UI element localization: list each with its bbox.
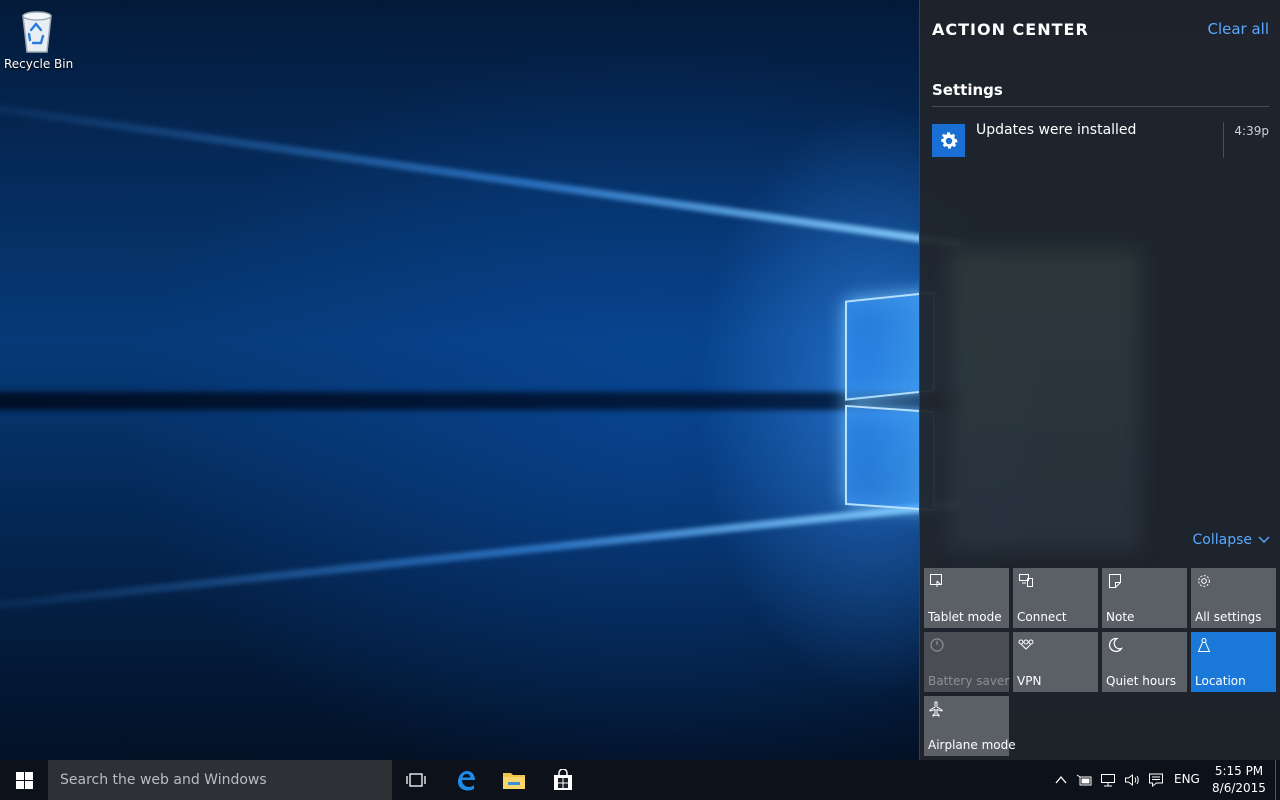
quick-action-all-settings[interactable]: All settings bbox=[1191, 568, 1276, 628]
quick-action-tablet-mode[interactable]: Tablet mode bbox=[924, 568, 1009, 628]
notification-group-title[interactable]: Settings bbox=[932, 81, 1003, 99]
quick-action-battery-saver[interactable]: Battery saver bbox=[924, 632, 1009, 692]
folder-icon bbox=[503, 773, 525, 789]
notification-time: 4:39p bbox=[1234, 124, 1269, 138]
blurred-background bbox=[950, 250, 1140, 550]
edge-icon bbox=[458, 771, 475, 791]
wallpaper-light-beam bbox=[0, 92, 961, 248]
wallpaper-shadow-band bbox=[0, 392, 960, 410]
task-view-button[interactable] bbox=[392, 760, 440, 800]
quick-action-label: All settings bbox=[1195, 610, 1262, 624]
store-icon bbox=[554, 769, 572, 790]
tablet-mode-icon bbox=[930, 574, 942, 587]
quick-action-label: Airplane mode bbox=[928, 738, 1016, 752]
power-battery-icon[interactable] bbox=[1076, 772, 1092, 788]
divider bbox=[932, 106, 1269, 107]
windows-logo-icon bbox=[15, 771, 33, 789]
quick-action-label: VPN bbox=[1017, 674, 1042, 688]
divider bbox=[1223, 122, 1224, 158]
recycle-bin-icon bbox=[22, 11, 52, 53]
moon-icon bbox=[1109, 637, 1123, 653]
quick-action-airplane-mode[interactable]: Airplane mode bbox=[924, 696, 1016, 756]
edge-button[interactable] bbox=[442, 760, 490, 800]
show-desktop-button[interactable] bbox=[1275, 760, 1280, 800]
action-center-icon[interactable] bbox=[1148, 772, 1164, 788]
quick-action-note[interactable]: Note bbox=[1102, 568, 1187, 628]
note-icon bbox=[1109, 574, 1121, 588]
volume-icon[interactable] bbox=[1124, 772, 1140, 788]
quick-action-label: Battery saver bbox=[928, 674, 1010, 688]
quick-action-label: Tablet mode bbox=[928, 610, 1002, 624]
quick-action-label: Connect bbox=[1017, 610, 1067, 624]
chevron-up-icon[interactable] bbox=[1053, 772, 1069, 788]
task-view-icon bbox=[406, 773, 426, 787]
wallpaper-light-beam bbox=[0, 500, 961, 619]
gear-icon bbox=[932, 124, 965, 157]
action-center-panel: ACTION CENTER Clear all Settings Updates… bbox=[919, 0, 1280, 760]
quick-action-label: Quiet hours bbox=[1106, 674, 1177, 688]
clock-time: 5:15 PM bbox=[1214, 764, 1264, 778]
quick-action-connect[interactable]: Connect bbox=[1013, 568, 1098, 628]
location-icon bbox=[1197, 638, 1211, 652]
notification-item[interactable]: Updates were installed 4:39p bbox=[932, 122, 1269, 160]
taskbar: ENG 5:15 PM 8/6/2015 bbox=[0, 760, 1280, 800]
clock-date: 8/6/2015 bbox=[1212, 781, 1266, 795]
collapse-button[interactable]: Collapse bbox=[1193, 532, 1271, 548]
quick-action-location[interactable]: Location bbox=[1191, 632, 1276, 692]
search-input[interactable] bbox=[48, 760, 392, 800]
gear-icon bbox=[1198, 575, 1210, 587]
language-indicator[interactable]: ENG bbox=[1174, 772, 1200, 786]
desktop-icon-recycle-bin[interactable]: Recycle Bin bbox=[4, 8, 74, 71]
vpn-icon bbox=[1018, 639, 1034, 650]
network-icon[interactable] bbox=[1100, 772, 1116, 788]
search-box[interactable] bbox=[48, 760, 392, 800]
quick-action-label: Note bbox=[1106, 610, 1135, 624]
clock[interactable]: 5:15 PM 8/6/2015 bbox=[1208, 763, 1270, 797]
quick-action-label: Location bbox=[1195, 674, 1246, 688]
collapse-label: Collapse bbox=[1192, 532, 1253, 548]
quick-action-quiet-hours[interactable]: Quiet hours bbox=[1102, 632, 1187, 692]
connect-icon bbox=[1019, 574, 1033, 587]
battery-saver-icon bbox=[930, 638, 944, 652]
airplane-icon bbox=[929, 701, 943, 717]
desktop-icon-label: Recycle Bin bbox=[4, 57, 74, 71]
store-button[interactable] bbox=[539, 760, 587, 800]
action-center-title: ACTION CENTER bbox=[932, 20, 1089, 39]
clear-all-button[interactable]: Clear all bbox=[1207, 20, 1269, 38]
start-button[interactable] bbox=[0, 760, 48, 800]
file-explorer-button[interactable] bbox=[490, 760, 538, 800]
chevron-down-icon bbox=[1258, 536, 1270, 543]
notification-text: Updates were installed bbox=[976, 122, 1137, 138]
quick-action-vpn[interactable]: VPN bbox=[1013, 632, 1098, 692]
